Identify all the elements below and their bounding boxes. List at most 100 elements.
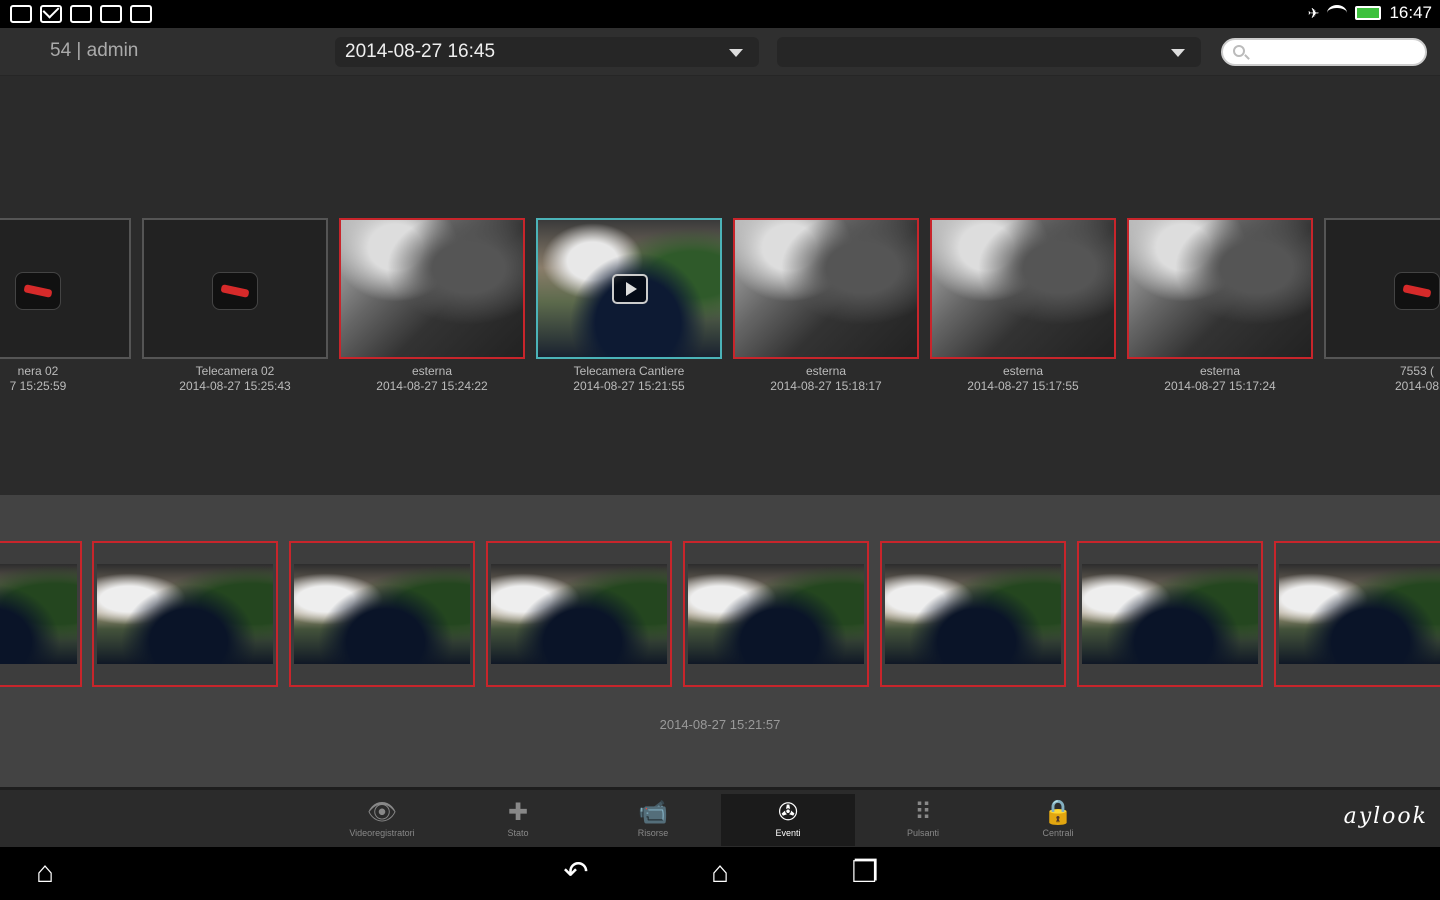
signal-off-icon: ✈ (1307, 4, 1320, 21)
event-camera-name: nera 02 (17, 364, 59, 378)
tab-label: Stato (507, 828, 529, 838)
top-toolbar: 54 | admin 2014-08-27 16:45 (0, 28, 1440, 76)
video-frame[interactable] (880, 541, 1066, 687)
event-camera-name: Telecamera 02 (195, 364, 275, 378)
frame-image (0, 564, 77, 664)
lock-icon: 🔒 (1043, 799, 1073, 826)
event-camera-name: 7553 ( (1399, 364, 1435, 378)
event-thumbnail[interactable] (1127, 218, 1313, 359)
snapshot-image (1129, 220, 1311, 357)
filter-dropdown[interactable] (777, 37, 1201, 67)
event-item[interactable]: esterna 2014-08-27 15:17:24 (1127, 218, 1313, 394)
tab-label: Risorse (637, 828, 669, 838)
event-timestamp: 2014-08-27 15:21:55 (573, 379, 685, 393)
video-frame[interactable] (0, 541, 82, 687)
frame-image (688, 564, 864, 664)
event-item[interactable]: Telecamera Cantiere 2014-08-27 15:21:55 (536, 218, 722, 394)
search-icon (1233, 45, 1245, 57)
battery-icon (1355, 6, 1382, 20)
frame-image (491, 564, 667, 664)
event-camera-name: esterna (411, 364, 453, 378)
video-frame[interactable] (289, 541, 475, 687)
event-timestamp: 2014-08-27 15:25:43 (179, 379, 291, 393)
date-dropdown[interactable]: 2014-08-27 16:45 (335, 37, 759, 67)
video-frame[interactable] (683, 541, 869, 687)
frame-image (97, 564, 273, 664)
event-thumbnail[interactable] (0, 218, 131, 359)
video-frame[interactable] (486, 541, 672, 687)
event-camera-name: Telecamera Cantiere (573, 364, 685, 378)
event-timestamp: 2014-08-27 15:24:22 (376, 379, 488, 393)
film-reel-icon: ✇ (777, 799, 799, 826)
tab-videoregistratori[interactable]: 👁 Videoregistratori (315, 794, 449, 846)
search-input[interactable] (1221, 38, 1427, 66)
event-camera-name: esterna (1002, 364, 1044, 378)
event-timestamp: 2014-08-27 15:17:55 (967, 379, 1079, 393)
chevron-down-icon (729, 49, 743, 57)
medkit-icon: ✚ (507, 799, 529, 826)
snapshot-image (932, 220, 1114, 357)
snapshot-image (341, 220, 523, 357)
event-thumbnail[interactable] (1324, 218, 1440, 359)
eye-icon: 👁 (366, 799, 398, 826)
event-timestamp: 2014-08 (1394, 379, 1440, 393)
frame-image (1279, 564, 1440, 664)
event-thumbnail[interactable] (339, 218, 525, 359)
window-icon (10, 5, 32, 23)
event-item[interactable]: Telecamera 02 2014-08-27 15:25:43 (142, 218, 328, 394)
notification-icons (10, 5, 152, 23)
tab-stato[interactable]: ✚ Stato (451, 794, 585, 846)
event-thumbnail[interactable] (536, 218, 722, 359)
frame-image (1082, 564, 1258, 664)
menu-up-icon[interactable]: ⌂ (25, 857, 65, 889)
user-label: 54 | admin (50, 40, 139, 61)
event-item[interactable]: esterna 2014-08-27 15:24:22 (339, 218, 525, 394)
video-frame[interactable] (92, 541, 278, 687)
snapshot-image (735, 220, 917, 357)
frame-image (885, 564, 1061, 664)
video-frame[interactable] (1274, 541, 1440, 687)
event-item[interactable]: esterna 2014-08-27 15:17:55 (930, 218, 1116, 394)
wifi-icon (1327, 5, 1348, 21)
event-camera-name: esterna (805, 364, 847, 378)
tab-label: Centrali (1042, 828, 1074, 838)
camera-icon (212, 272, 258, 310)
event-timestamp: 2014-08-27 15:18:17 (770, 379, 882, 393)
events-carousel[interactable]: nera 02 7 15:25:59 Telecamera 02 2014-08-27… (0, 77, 1440, 495)
keypad-icon: ⠿ (914, 799, 932, 826)
video-frame[interactable] (1077, 541, 1263, 687)
event-item[interactable]: nera 02 7 15:25:59 (0, 218, 131, 394)
frame-timestamp: 2014-08-27 15:21:57 (659, 717, 781, 732)
system-tray: ✈ 16:47 (1308, 3, 1432, 23)
tab-label: Eventi (775, 828, 801, 838)
tab-centrali[interactable]: 🔒 Centrali (991, 794, 1125, 846)
play-icon[interactable] (612, 274, 648, 304)
tab-pulsanti[interactable]: ⠿ Pulsanti (856, 794, 990, 846)
event-camera-name: esterna (1199, 364, 1241, 378)
event-timestamp: 2014-08-27 15:17:24 (1164, 379, 1276, 393)
tab-eventi[interactable]: ✇ Eventi (721, 794, 855, 846)
mail-icon (40, 5, 62, 23)
camera-icon (15, 272, 61, 310)
tab-risorse[interactable]: 📹 Risorse (586, 794, 720, 846)
date-dropdown-value: 2014-08-27 16:45 (345, 41, 496, 62)
home-icon[interactable]: ⌂ (700, 857, 740, 889)
back-icon[interactable]: ↶ (556, 857, 596, 889)
brand-logo: aylook (1343, 804, 1428, 829)
event-thumbnail[interactable] (733, 218, 919, 359)
event-item[interactable]: 7553 (2014-08 (1324, 218, 1440, 394)
camera-icon (1394, 272, 1440, 310)
frames-strip[interactable]: 2014-08-27 15:21:57 (0, 495, 1440, 787)
edit-icon (70, 5, 92, 23)
event-thumbnail[interactable] (142, 218, 328, 359)
recent-apps-icon[interactable]: ❐ (845, 857, 885, 889)
tab-label: Videoregistratori (349, 828, 415, 838)
clock: 16:47 (1389, 3, 1432, 22)
frame-image (294, 564, 470, 664)
event-thumbnail[interactable] (930, 218, 1116, 359)
app-tab-bar: aylook 👁 Videoregistratori ✚ Stato 📹 Risorse ✇… (0, 787, 1440, 847)
android-status-bar: ✈ 16:47 (0, 0, 1440, 28)
download-icon (130, 5, 152, 23)
event-item[interactable]: esterna 2014-08-27 15:18:17 (733, 218, 919, 394)
check-icon (100, 5, 122, 23)
